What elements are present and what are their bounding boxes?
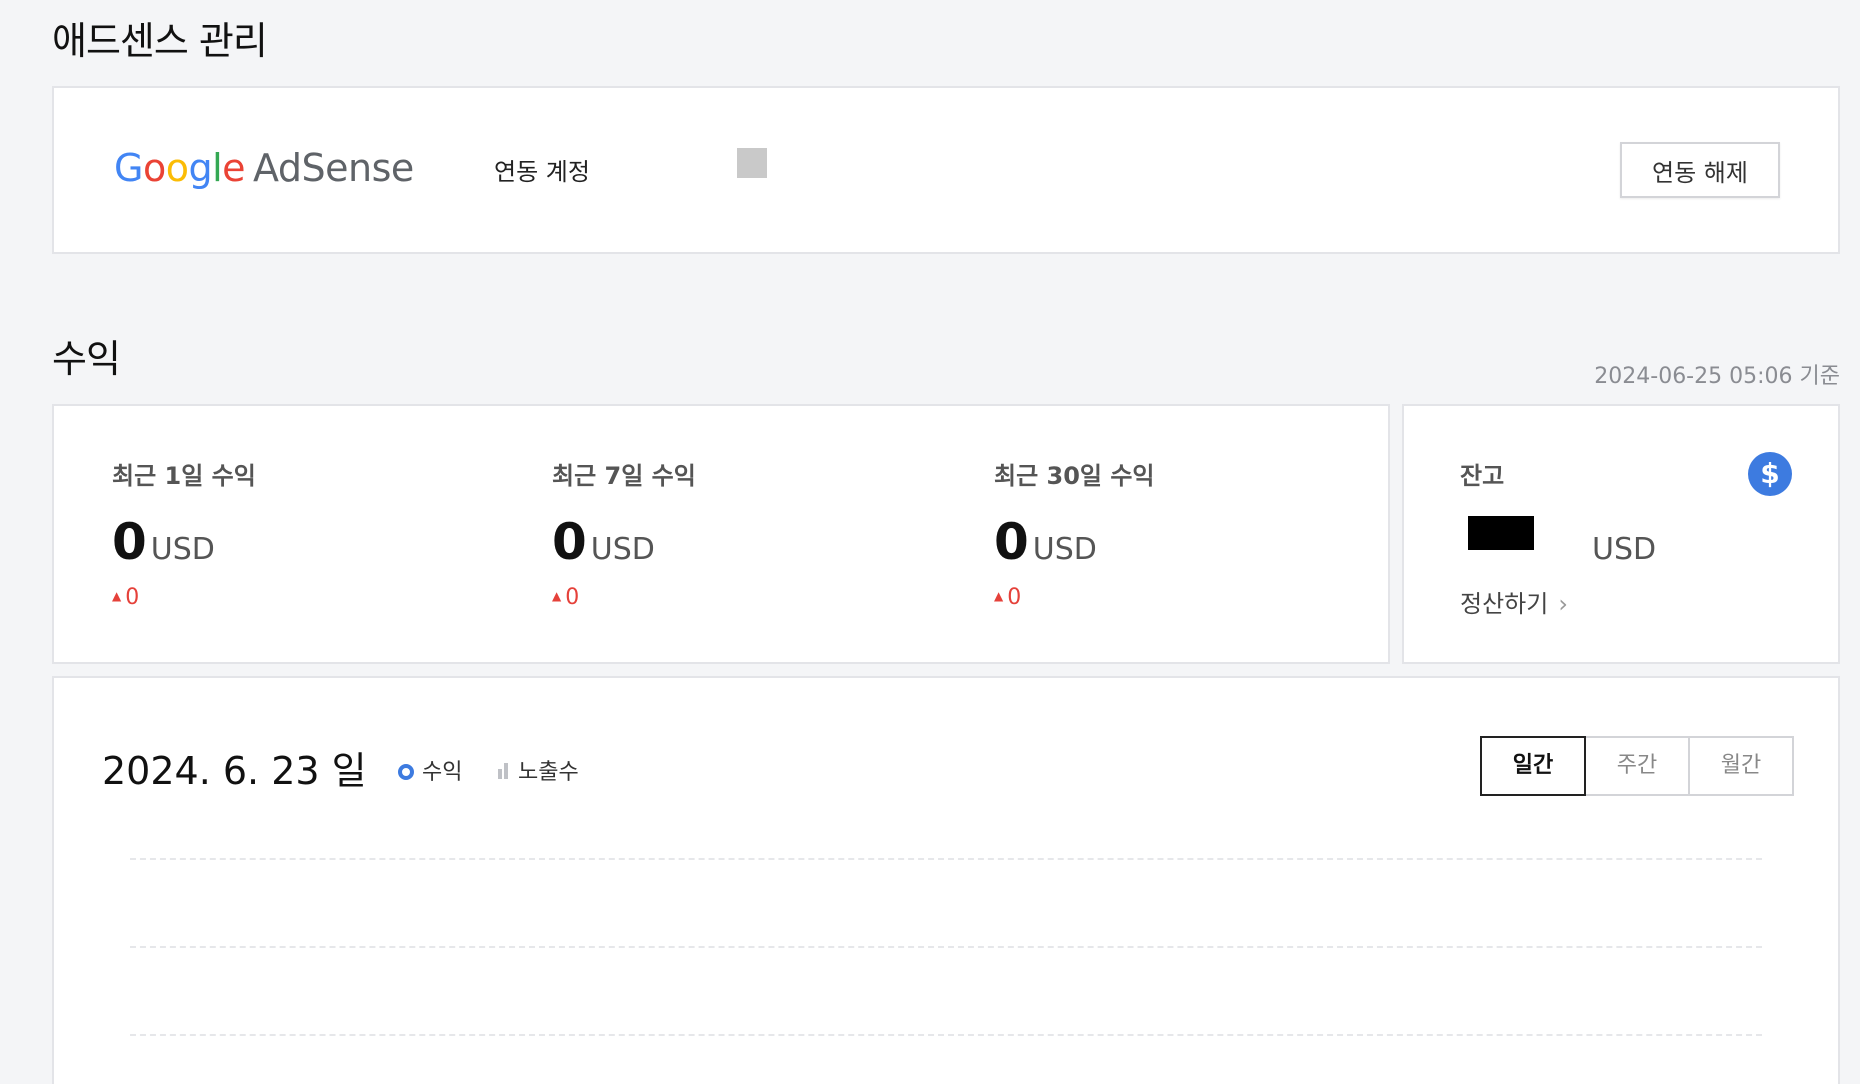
revenue-chart-card: 2024. 6. 23 일 수익 노출수 일간 주간 월간 (52, 676, 1840, 1084)
legend-impressions[interactable]: 노출수 (498, 754, 579, 786)
stat-number: 0 (112, 513, 147, 571)
stat-number: 0 (994, 513, 1029, 571)
stat-label: 최근 30일 수익 (994, 462, 1155, 490)
stat-30day: 최근 30일 수익 0 USD ▲ 0 (994, 456, 1155, 610)
redacted-account-id (737, 148, 767, 178)
settle-link[interactable]: 정산하기 › (1460, 584, 1568, 619)
revenue-stats-card: 최근 1일 수익 0 USD ▲ 0 최근 7일 수익 0 USD ▲ 0 최근 30일… (52, 404, 1390, 664)
stat-7day: 최근 7일 수익 0 USD ▲ 0 (552, 456, 696, 610)
up-triangle-icon: ▲ (112, 589, 122, 603)
stat-unit: USD (1032, 532, 1097, 567)
stat-number: 0 (552, 513, 587, 571)
stat-delta: ▲ 0 (112, 585, 140, 610)
adsense-account-card: Google AdSense 연동 계정 연동 해제 (52, 86, 1840, 254)
dollar-icon: $ (1748, 452, 1792, 496)
legend-revenue[interactable]: 수익 (398, 754, 462, 786)
period-weekly-button[interactable]: 주간 (1584, 736, 1690, 796)
stat-label: 최근 7일 수익 (552, 462, 696, 490)
up-triangle-icon: ▲ (552, 589, 562, 603)
page: 애드센스 관리 Google AdSense 연동 계정 연동 해제 수익 202… (0, 0, 1860, 1084)
period-daily-button[interactable]: 일간 (1480, 736, 1586, 796)
stat-delta: ▲ 0 (994, 585, 1022, 610)
period-toggle: 일간 주간 월간 (1480, 736, 1794, 796)
stat-1day: 최근 1일 수익 0 USD ▲ 0 (112, 456, 256, 610)
unlink-button[interactable]: 연동 해제 (1620, 142, 1780, 198)
stat-unit: USD (590, 532, 655, 567)
balance-card: 잔고 $ USD 정산하기 › (1402, 404, 1840, 664)
google-adsense-logo: Google AdSense (114, 146, 414, 190)
stat-value: 0 USD (112, 513, 256, 571)
stat-label: 최근 1일 수익 (112, 462, 256, 490)
stat-value: 0 USD (994, 513, 1155, 571)
ring-icon (398, 764, 414, 780)
revenue-section-title: 수익 (52, 337, 121, 381)
balance-unit: USD (1592, 532, 1657, 567)
stat-delta: ▲ 0 (552, 585, 580, 610)
up-triangle-icon: ▲ (994, 589, 1004, 603)
bars-icon (498, 760, 510, 785)
balance-label: 잔고 (1460, 462, 1505, 490)
chart-date: 2024. 6. 23 일 (102, 749, 367, 793)
chart-gridline (130, 946, 1762, 948)
stat-unit: USD (150, 532, 215, 567)
chart-gridline (130, 858, 1762, 860)
chart-gridline (130, 1034, 1762, 1036)
redacted-balance-value (1468, 516, 1534, 550)
adsense-section-title: 애드센스 관리 (52, 19, 268, 63)
chevron-right-icon: › (1558, 590, 1568, 618)
revenue-timestamp: 2024-06-25 05:06 기준 (1594, 364, 1840, 389)
linked-account-label: 연동 계정 (494, 158, 590, 186)
period-monthly-button[interactable]: 월간 (1688, 736, 1794, 796)
stat-value: 0 USD (552, 513, 696, 571)
